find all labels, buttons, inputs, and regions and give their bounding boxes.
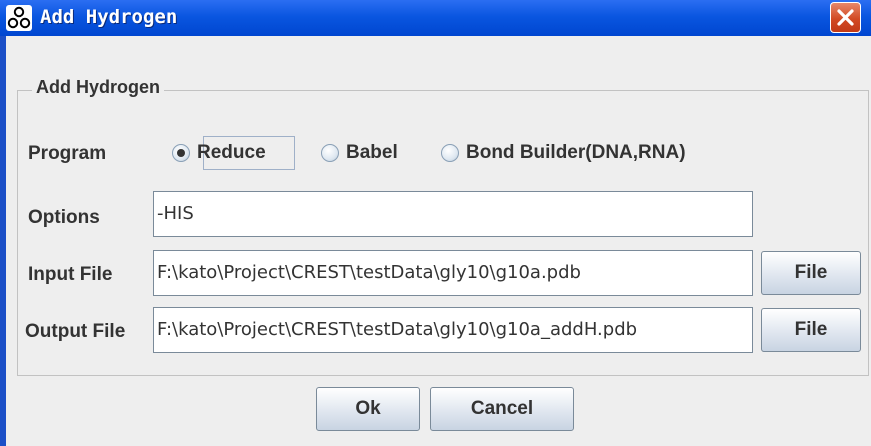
radio-bond-builder-label: Bond Builder(DNA,RNA) — [466, 142, 686, 163]
close-icon — [837, 9, 854, 26]
window-frame-edge — [0, 36, 6, 446]
group-title: Add Hydrogen — [32, 77, 164, 98]
ok-button[interactable]: Ok — [316, 387, 420, 431]
output-file-button[interactable]: File — [761, 308, 861, 352]
input-file-label: Input File — [28, 264, 113, 285]
input-file-button[interactable]: File — [761, 251, 861, 295]
radio-babel-label: Babel — [346, 142, 398, 163]
cancel-button[interactable]: Cancel — [430, 387, 574, 431]
options-input[interactable]: -HIS — [153, 191, 753, 237]
radio-bond-builder-indicator[interactable] — [441, 144, 459, 162]
program-label: Program — [28, 143, 107, 164]
radio-reduce-label: Reduce — [197, 142, 266, 163]
radio-bond-builder[interactable]: Bond Builder(DNA,RNA) — [441, 142, 686, 164]
title-bar[interactable]: Add Hydrogen — [0, 0, 871, 36]
options-label: Options — [28, 207, 100, 228]
output-file-label: Output File — [25, 321, 126, 342]
radio-reduce[interactable]: Reduce — [172, 142, 266, 164]
radio-babel-indicator[interactable] — [321, 144, 339, 162]
radio-reduce-indicator[interactable] — [172, 144, 190, 162]
input-file-field[interactable]: F:\kato\Project\CREST\testData\gly10\g10… — [153, 250, 753, 296]
add-hydrogen-dialog: Add Hydrogen Add Hydrogen Program Reduce… — [0, 0, 871, 446]
window-title: Add Hydrogen — [40, 6, 178, 28]
output-file-field[interactable]: F:\kato\Project\CREST\testData\gly10\g10… — [153, 307, 753, 353]
close-button[interactable] — [830, 2, 861, 33]
radio-babel[interactable]: Babel — [321, 142, 398, 164]
molecule-icon — [6, 5, 32, 31]
